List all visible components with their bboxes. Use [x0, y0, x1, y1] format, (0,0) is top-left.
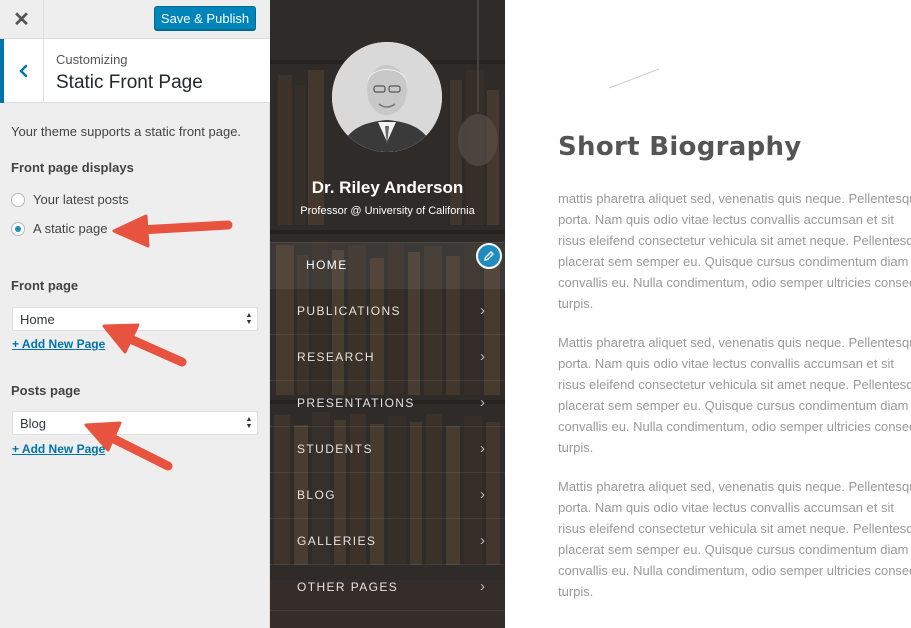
- customizer-header: ✕ Save & Publish: [0, 0, 270, 39]
- paragraph-line: Mattis pharetra aliquet sed, venenatis q…: [558, 479, 911, 494]
- profile-role: Professor @ University of California: [300, 205, 475, 217]
- theme-description: Your theme supports a static front page.: [11, 124, 242, 139]
- page-content: Short Biography mattis pharetra aliquet …: [505, 0, 911, 628]
- chevron-left-icon: [18, 64, 27, 78]
- profile-name: Dr. Riley Anderson: [311, 178, 464, 197]
- chevron-right-icon: ›: [480, 302, 485, 319]
- chevron-right-icon: ›: [480, 440, 485, 457]
- select-arrows-icon: ▲ ▼: [245, 312, 253, 326]
- paragraph-line: convallis eu. Nulla condimentum, odio se…: [558, 275, 911, 290]
- radio-button-checked[interactable]: [11, 221, 25, 236]
- chevron-right-icon: ›: [480, 486, 485, 503]
- biography-paragraph: mattis pharetra aliquet sed, venenatis q…: [558, 188, 911, 314]
- customizer-panel: ✕ Save & Publish Customizing Static Fron…: [0, 0, 270, 628]
- decorative-line: [608, 68, 660, 89]
- paragraph-line: Mattis pharetra aliquet sed, venenatis q…: [558, 335, 911, 350]
- paragraph-line: mattis pharetra aliquet sed, venenatis q…: [558, 191, 911, 206]
- portrait-image: [332, 42, 442, 152]
- radio-static-page-label: A static page: [33, 221, 108, 236]
- nav-item-students[interactable]: STUDENTS ›: [270, 426, 505, 472]
- posts-page-select-value: Blog: [20, 415, 47, 431]
- paragraph-line: turpis.: [558, 584, 594, 599]
- save-publish-button[interactable]: Save & Publish: [154, 6, 256, 30]
- page-title: Short Biography: [558, 132, 802, 162]
- profile-avatar: [332, 42, 442, 152]
- nav-item-label: BLOG: [297, 488, 336, 502]
- back-button[interactable]: [0, 39, 44, 103]
- biography-paragraph: Mattis pharetra aliquet sed, venenatis q…: [558, 332, 911, 458]
- nav-item-research[interactable]: RESEARCH ›: [270, 334, 505, 380]
- paragraph-line: convallis eu. Nulla condimentum, odio se…: [558, 419, 911, 434]
- front-page-label: Front page: [11, 278, 79, 293]
- nav-item-galleries[interactable]: GALLERIES ›: [270, 518, 505, 564]
- chevron-right-icon: ›: [480, 578, 485, 595]
- paragraph-line: turpis.: [558, 296, 594, 311]
- section-header: Customizing Static Front Page: [0, 39, 270, 103]
- paragraph-line: porta. Nam quis odio vitae lectus conval…: [558, 212, 894, 227]
- posts-page-label: Posts page: [11, 383, 81, 398]
- paragraph-line: porta. Nam quis odio vitae lectus conval…: [558, 500, 894, 515]
- nav-item-blog[interactable]: BLOG ›: [270, 472, 505, 518]
- chevron-right-icon: ›: [480, 394, 485, 411]
- biography-paragraph: Mattis pharetra aliquet sed, venenatis q…: [558, 476, 911, 602]
- nav-item-divider: [270, 610, 505, 628]
- paragraph-line: placerat sem semper eu. Quisque cursus c…: [558, 254, 909, 269]
- radio-latest-posts-label: Your latest posts: [33, 192, 129, 207]
- add-new-page-link-posts[interactable]: + Add New Page: [12, 442, 105, 456]
- radio-button[interactable]: [11, 192, 25, 207]
- paragraph-line: placerat sem semper eu. Quisque cursus c…: [558, 542, 909, 557]
- front-page-select-value: Home: [20, 311, 55, 327]
- radio-latest-posts[interactable]: Your latest posts: [11, 192, 129, 207]
- nav-item-home[interactable]: HOME: [270, 242, 505, 288]
- paragraph-line: convallis eu. Nulla condimentum, odio se…: [558, 563, 911, 578]
- nav-item-label: GALLERIES: [297, 534, 377, 548]
- paragraph-line: risus eleifend consectetur vehicula sit …: [558, 521, 911, 536]
- nav-item-label: OTHER PAGES: [297, 580, 399, 594]
- nav-item-label: HOME: [306, 258, 348, 272]
- paragraph-line: placerat sem semper eu. Quisque cursus c…: [558, 398, 909, 413]
- close-icon[interactable]: ✕: [0, 0, 44, 39]
- section-subtitle: Customizing: [56, 52, 128, 67]
- nav-item-presentations[interactable]: PRESENTATIONS ›: [270, 380, 505, 426]
- chevron-right-icon: ›: [480, 532, 485, 549]
- paragraph-line: risus eleifend consectetur vehicula sit …: [558, 377, 911, 392]
- front-page-displays-label: Front page displays: [11, 160, 134, 175]
- section-title: Static Front Page: [56, 72, 203, 93]
- paragraph-line: risus eleifend consectetur vehicula sit …: [558, 233, 911, 248]
- paragraph-line: porta. Nam quis odio vitae lectus conval…: [558, 356, 894, 371]
- nav-item-publications[interactable]: PUBLICATIONS ›: [270, 288, 505, 334]
- nav-item-other-pages[interactable]: OTHER PAGES ›: [270, 564, 505, 610]
- nav-item-label: PUBLICATIONS: [297, 304, 401, 318]
- pencil-icon: [484, 251, 494, 261]
- posts-page-select[interactable]: Blog ▲ ▼: [12, 411, 258, 435]
- nav-item-label: PRESENTATIONS: [297, 396, 415, 410]
- add-new-page-link-front[interactable]: + Add New Page: [12, 337, 105, 351]
- radio-static-page[interactable]: A static page: [11, 221, 107, 236]
- edit-shortcut-pencil-icon[interactable]: [476, 243, 502, 269]
- front-page-select[interactable]: Home ▲ ▼: [12, 307, 258, 331]
- nav-item-label: STUDENTS: [297, 442, 373, 456]
- select-arrows-icon: ▲ ▼: [245, 416, 253, 430]
- paragraph-line: turpis.: [558, 440, 594, 455]
- nav-item-label: RESEARCH: [297, 350, 375, 364]
- chevron-right-icon: ›: [480, 348, 485, 365]
- profile-sidebar: Dr. Riley Anderson Professor @ Universit…: [270, 0, 505, 628]
